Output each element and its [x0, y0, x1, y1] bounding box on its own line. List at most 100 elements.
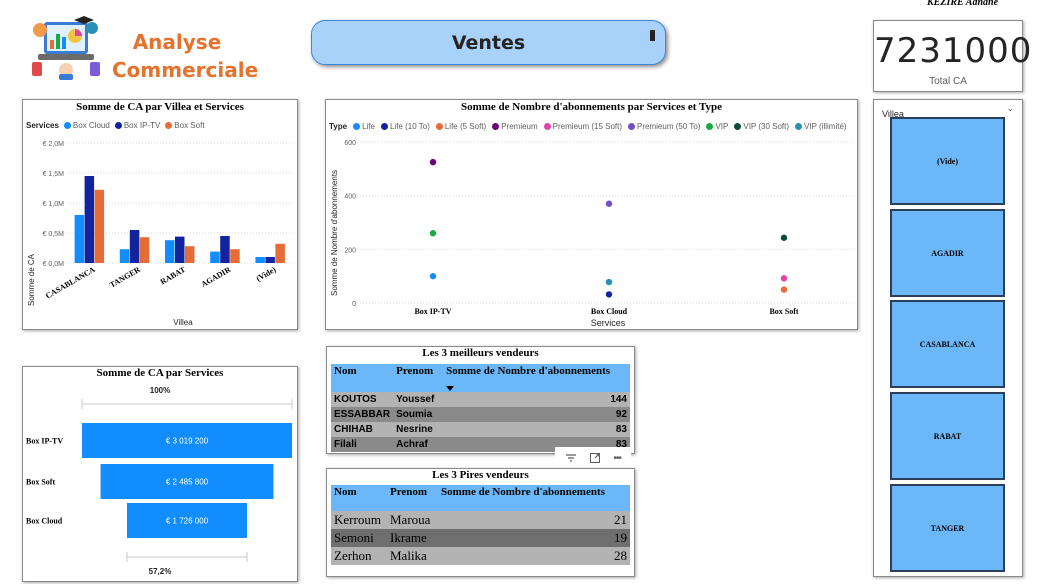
scatter-point-vip-illimit-[interactable] — [605, 278, 613, 286]
total-ca-value: 7231000 — [874, 31, 1033, 71]
cell-prenom: Maroua — [390, 512, 431, 527]
scatter-point-life-10-to-[interactable] — [605, 291, 613, 298]
analytics-illustration-icon — [32, 16, 100, 80]
bar-box-soft-3[interactable] — [230, 249, 240, 263]
funnel-value-label: € 2 485 800 — [166, 478, 209, 487]
total-ca-label: Total CA — [929, 76, 967, 87]
bar-y-tick-label: € 1,5M — [43, 171, 65, 178]
scatter-point-premieum-15-soft-[interactable] — [780, 275, 788, 282]
filter-icon[interactable] — [565, 453, 577, 463]
funnel-bottom-pct: 57,2% — [148, 567, 172, 576]
app-logo — [28, 14, 104, 80]
table-row[interactable]: CHIHAB Nesrine 83 — [331, 422, 630, 437]
app-title-line2: Commerciale — [112, 58, 259, 82]
bar-y-tick-label: € 2,0M — [43, 141, 65, 148]
funnel-category-label: Box IP-TV — [26, 437, 63, 446]
worst-sellers-table: Les 3 Pires vendeurs Nom Prenom Somme de… — [326, 468, 635, 577]
bar-box-ip-tv-3[interactable] — [220, 236, 230, 263]
scatter-x-tick-label: Box Cloud — [591, 307, 628, 316]
slicer-header[interactable]: Villea ⌄ — [882, 103, 1018, 119]
col-prenom[interactable]: Prenom — [393, 364, 444, 392]
scatter-y-tick-label: 0 — [352, 301, 356, 308]
cell-abonnements: 92 — [615, 409, 627, 420]
app-title: Analyse Commerciale — [112, 28, 259, 84]
bar-box-soft-1[interactable] — [139, 237, 150, 263]
chevron-down-icon[interactable]: ⌄ — [1006, 103, 1014, 114]
cell-nom: Semoni — [334, 530, 374, 545]
cell-nom: Zerhon — [334, 548, 372, 563]
cell-abonnements: 19 — [614, 530, 627, 545]
cell-abonnements: 83 — [615, 424, 627, 435]
bar-box-ip-tv-4[interactable] — [265, 257, 275, 263]
scatter-point-life-5-soft-[interactable] — [780, 286, 788, 293]
cell-nom: CHIHAB — [334, 424, 373, 435]
funnel-category-label: Box Cloud — [26, 517, 63, 526]
best-sellers-table: Les 3 meilleurs vendeurs Nom Prenom Somm… — [326, 346, 635, 469]
table-row[interactable]: Kerroum Maroua 21 — [331, 511, 630, 529]
bar-x-axis-label: Villea — [173, 318, 193, 327]
abonnements-by-service-chart: Somme de Nombre d'abonnements par Servic… — [325, 99, 858, 330]
villea-slicer: Villea ⌄ (Vide) AGADIR CASABLANCA RABAT TANG… — [873, 99, 1023, 577]
bar-box-soft-4[interactable] — [275, 243, 285, 263]
worst-sellers-title: Les 3 Pires vendeurs — [432, 469, 529, 481]
scatter-point-premieum[interactable] — [429, 158, 437, 166]
cell-abonnements: 144 — [610, 394, 627, 405]
bar-box-ip-tv-2[interactable] — [175, 236, 185, 263]
scatter-point-vip-30-soft-[interactable] — [780, 234, 788, 241]
worst-sellers-grid: Nom Prenom Somme de Nombre d'abonnements… — [331, 485, 630, 565]
col-prenom[interactable]: Prenom — [387, 485, 438, 511]
bar-y-axis-label: Somme de CA — [27, 253, 36, 306]
col-nom[interactable]: Nom — [331, 485, 387, 511]
table-row[interactable]: ESSABBAR Soumia 92 — [331, 407, 630, 422]
cell-prenom: Soumia — [396, 409, 433, 420]
cell-prenom: Malika — [390, 548, 427, 563]
bar-box-cloud-2[interactable] — [165, 240, 175, 263]
slicer-item-rabat[interactable]: RABAT — [890, 392, 1005, 480]
col-nom[interactable]: Nom — [331, 364, 394, 392]
col-abonnements[interactable]: Somme de Nombre d'abonnements — [443, 364, 630, 392]
funnel-value-label: € 3 019 200 — [166, 437, 209, 446]
scatter-y-axis-label: Somme de Nombre d'abonnements — [330, 170, 339, 296]
bar-x-tick-label: CASABLANCA — [44, 265, 97, 301]
ca-by-services-funnel: Somme de CA par Services 100% € 3 019 20… — [22, 366, 298, 582]
bar-box-soft-2[interactable] — [185, 246, 195, 263]
cell-prenom: Nesrine — [396, 424, 433, 435]
cell-abonnements: 28 — [614, 548, 627, 563]
cell-nom: Kerroum — [334, 512, 381, 527]
funnel-value-label: € 1 726 000 — [166, 517, 209, 526]
sort-desc-icon[interactable] — [446, 386, 455, 391]
bar-box-cloud-0[interactable] — [74, 215, 85, 263]
ca-by-villea-chart: Somme de CA par Villea et Services Servi… — [22, 99, 298, 330]
slicer-item-vide[interactable]: (Vide) — [890, 117, 1005, 205]
ventes-page-button[interactable]: Ventes — [311, 20, 666, 65]
slicer-item-tanger[interactable]: TANGER — [890, 484, 1005, 572]
table-row[interactable]: KOUTOS Youssef 144 — [331, 392, 630, 407]
cell-nom: Filali — [334, 439, 357, 450]
bar-box-ip-tv-0[interactable] — [84, 176, 95, 263]
col-abonnements[interactable]: Somme de Nombre d'abonnements — [438, 485, 630, 511]
table-row[interactable]: Semoni Ikrame 19 — [331, 529, 630, 547]
visual-header-toolbar: ••• — [555, 447, 631, 469]
bar-box-soft-0[interactable] — [94, 189, 105, 263]
scatter-point-vip[interactable] — [429, 230, 437, 237]
best-sellers-grid: Nom Prenom Somme de Nombre d'abonnements… — [331, 364, 630, 452]
bar-box-cloud-3[interactable] — [210, 251, 220, 263]
scatter-point-premieum-50-to-[interactable] — [605, 200, 613, 207]
focus-mode-icon[interactable] — [589, 452, 601, 464]
scatter-point-life[interactable] — [429, 272, 437, 280]
bar-box-cloud-4[interactable] — [255, 257, 265, 263]
table-row[interactable]: Zerhon Malika 28 — [331, 547, 630, 565]
scatter-x-tick-label: Box IP-TV — [414, 307, 451, 316]
slicer-item-casablanca[interactable]: CASABLANCA — [890, 300, 1005, 388]
more-options-icon[interactable]: ••• — [613, 453, 621, 464]
ventes-page-label: Ventes — [451, 31, 526, 54]
funnel-plot: € 3 019 200 Box IP-TV € 2 485 800 Box Soft €… — [26, 399, 293, 562]
slicer-item-agadir[interactable]: AGADIR — [890, 209, 1005, 297]
cell-nom: ESSABBAR — [334, 409, 391, 420]
scatter-chart-plot: 600 400 200 0 Box IP-TV Box Cloud Box Soft So… — [330, 140, 854, 328]
bar-box-cloud-1[interactable] — [119, 249, 130, 263]
cell-abonnements: 21 — [614, 512, 627, 527]
cell-nom: KOUTOS — [334, 394, 377, 405]
cell-prenom: Achraf — [396, 439, 428, 450]
bar-box-ip-tv-1[interactable] — [129, 230, 140, 263]
